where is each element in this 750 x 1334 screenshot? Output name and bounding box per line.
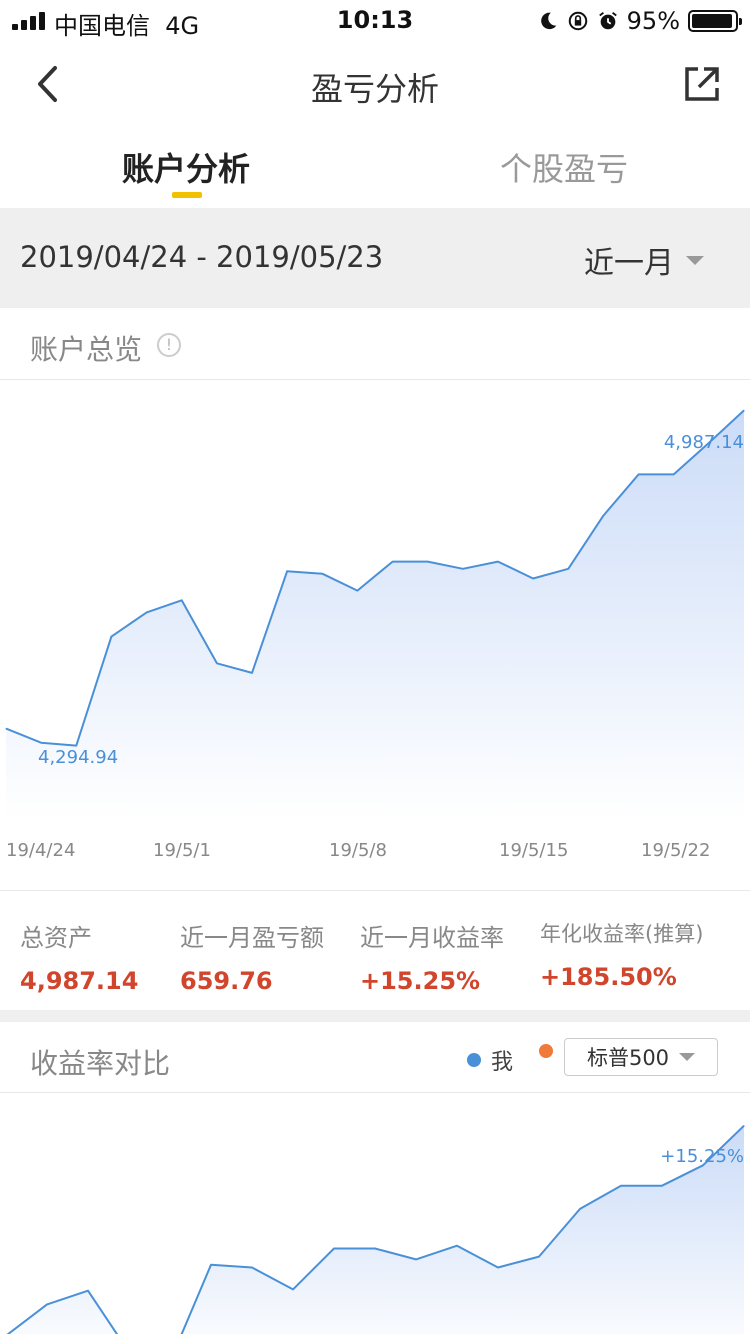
returns-data-point (251, 1267, 253, 1268)
legend-label: 我 (491, 1050, 514, 1075)
rotation-lock-icon (568, 11, 587, 31)
x-tick-label: 19/5/8 (329, 840, 387, 861)
returns-data-point (620, 1185, 622, 1187)
stat-label: 总资产 (20, 924, 92, 952)
tab-account-analysis[interactable]: 账户分析 (56, 144, 316, 190)
tab-bar: 账户分析 个股盈亏 (0, 128, 750, 208)
share-button[interactable] (682, 64, 722, 104)
caret-down-icon (686, 255, 704, 265)
return-comparison-chart (6, 1124, 745, 1334)
returns-data-point (374, 1248, 376, 1249)
account-data-point (356, 590, 358, 592)
legend-dot-icon (539, 1044, 553, 1058)
account-data-point (216, 662, 218, 664)
account-data-point (427, 561, 429, 563)
stat-value: 659.76 (180, 967, 273, 995)
chart-min-label: 4,294.94 (38, 747, 119, 768)
account-data-point (181, 599, 183, 601)
caret-down-icon (679, 1053, 696, 1061)
returns-data-point (456, 1245, 458, 1247)
account-data-point (75, 745, 77, 747)
returns-data-point (538, 1256, 540, 1258)
x-tick-label: 19/5/1 (153, 840, 211, 861)
tab-active-indicator (172, 192, 202, 198)
account-value-chart (5, 409, 745, 820)
divider (0, 890, 750, 891)
x-tick-label: 19/5/22 (641, 840, 711, 861)
account-data-point (602, 515, 604, 517)
account-data-point (251, 672, 253, 674)
page-title: 盈亏分析 (310, 70, 439, 108)
returns-data-point (292, 1288, 294, 1290)
returns-data-point (661, 1185, 663, 1187)
returns-data-point (210, 1264, 212, 1266)
returns-data-point (46, 1303, 48, 1305)
account-data-point (638, 473, 640, 475)
section-separator (0, 1010, 750, 1022)
returns-data-point (87, 1290, 89, 1292)
chart-max-label: 4,987.14 (663, 432, 744, 453)
x-tick-label: 19/5/15 (499, 840, 569, 861)
returns-data-point (333, 1248, 335, 1249)
account-data-point (567, 568, 569, 570)
alarm-icon (598, 12, 617, 30)
account-data-point (673, 473, 675, 475)
returns-data-point (497, 1267, 499, 1268)
benchmark-label: 标普500 (586, 1046, 670, 1070)
period-label: 近一月 (584, 246, 674, 281)
tab-stock-pnl[interactable]: 个股盈亏 (434, 144, 694, 190)
account-data-point (40, 742, 42, 744)
comparison-title: 收益率对比 (30, 1047, 171, 1080)
returns-data-point (743, 1125, 745, 1127)
date-range-text: 2019/04/24 - 2019/05/23 (20, 240, 384, 274)
account-data-point (321, 573, 323, 575)
battery-percent: 95% (626, 7, 680, 35)
overview-title: 账户总览 (30, 333, 143, 366)
stat-monthly-return: 近一月收益率 +15.25% (360, 918, 504, 995)
stat-label: 年化收益率(推算) (540, 922, 704, 946)
status-bar: 中国电信 4G 10:13 95% (0, 0, 750, 40)
info-icon[interactable]: ! (157, 333, 181, 357)
benchmark-select[interactable]: 标普500 (564, 1038, 718, 1076)
account-data-point (497, 561, 499, 563)
nav-bar: 盈亏分析 (0, 40, 750, 128)
stat-label: 近一月盈亏额 (180, 924, 324, 952)
stat-total-assets: 总资产 4,987.14 (20, 918, 138, 995)
share-icon (685, 67, 719, 101)
returns-data-point (579, 1208, 581, 1210)
x-tick-label: 19/4/24 (6, 840, 76, 861)
account-data-point (743, 409, 745, 411)
legend-item-me: 我 (467, 1044, 513, 1076)
account-data-point (392, 561, 394, 563)
legend-item-benchmark (539, 1044, 553, 1058)
legend-dot-icon (467, 1053, 481, 1067)
chart2-max-label: +15.25% (660, 1146, 744, 1167)
account-data-point (110, 636, 112, 638)
stat-value: +185.50% (540, 963, 677, 991)
stat-value: 4,987.14 (20, 967, 139, 995)
stat-label: 近一月收益率 (360, 924, 504, 952)
account-data-point (462, 568, 464, 570)
moon-icon (540, 12, 556, 30)
account-data-point (146, 611, 148, 613)
account-data-point (5, 728, 7, 730)
returns-area-fill (6, 1125, 744, 1334)
battery-icon (688, 10, 742, 32)
account-data-point (286, 570, 288, 572)
account-data-point (532, 578, 534, 579)
stat-value: +15.25% (360, 967, 481, 995)
returns-data-point (415, 1258, 417, 1260)
stat-annualized-return: 年化收益率(推算) +185.50% (540, 918, 703, 991)
stat-monthly-pnl: 近一月盈亏额 659.76 (180, 918, 324, 995)
period-dropdown[interactable]: 近一月 (584, 238, 704, 282)
date-range-bar: 2019/04/24 - 2019/05/23 近一月 (0, 208, 750, 308)
